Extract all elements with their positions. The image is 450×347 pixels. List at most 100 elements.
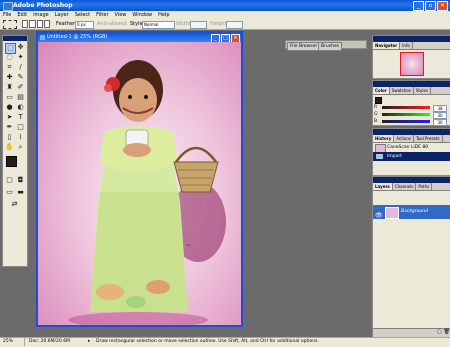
zoom-level[interactable]: 25% bbox=[3, 339, 13, 344]
path-selection-icon[interactable]: ➤ bbox=[5, 113, 14, 122]
layer-name-background: Background bbox=[401, 209, 428, 214]
delete-layer-icon[interactable]: 🗑 bbox=[444, 329, 450, 337]
close-button[interactable]: × bbox=[437, 1, 448, 11]
hand-tool-icon[interactable]: ✋ bbox=[5, 143, 14, 152]
healing-brush-icon[interactable]: ✚ bbox=[5, 73, 14, 82]
navigator-thumbnail[interactable] bbox=[400, 52, 424, 76]
menu-view[interactable]: View bbox=[112, 12, 130, 18]
menu-help[interactable]: Help bbox=[155, 12, 172, 18]
status-arrow-icon[interactable]: ▸ bbox=[88, 339, 90, 344]
new-layer-icon[interactable]: ▢ bbox=[437, 329, 442, 337]
channel-r-slider[interactable] bbox=[382, 106, 430, 109]
navigator-tabs: Navigator Info bbox=[373, 42, 450, 50]
marquee-tool-preset-icon[interactable] bbox=[3, 20, 17, 29]
new-selection-icon[interactable] bbox=[22, 20, 29, 28]
jump-to-imageready-icon[interactable]: ⇄ bbox=[10, 200, 19, 209]
tab-swatches[interactable]: Swatches bbox=[390, 87, 414, 94]
screen-mode-full-icon[interactable]: ▬ bbox=[16, 188, 25, 197]
standard-mode-icon[interactable]: ▢ bbox=[5, 176, 14, 185]
channel-g-slider[interactable] bbox=[382, 113, 430, 116]
photo-of-girl-with-basket: ~ bbox=[68, 60, 226, 325]
subtract-selection-icon[interactable] bbox=[36, 20, 43, 28]
eraser-tool-icon[interactable]: ▭ bbox=[5, 93, 14, 102]
navigator-preview-area bbox=[373, 50, 450, 78]
tab-navigator[interactable]: Navigator bbox=[373, 42, 401, 49]
layer-row-background[interactable]: 👁 Background bbox=[373, 205, 450, 219]
slice-tool-icon[interactable]: ∕ bbox=[16, 63, 25, 72]
feather-input[interactable]: 0 px bbox=[75, 21, 94, 29]
type-tool-icon[interactable]: T bbox=[16, 113, 25, 122]
tab-info[interactable]: Info bbox=[400, 42, 413, 49]
height-input[interactable] bbox=[226, 21, 243, 29]
channel-b-label: B bbox=[374, 119, 378, 124]
channel-b-value[interactable]: 30 bbox=[433, 119, 447, 126]
tab-brushes[interactable]: Brushes bbox=[318, 42, 343, 51]
color-foreground-swatch[interactable] bbox=[375, 97, 382, 104]
history-import-row[interactable]: Import bbox=[373, 152, 450, 161]
history-brush-icon[interactable]: ✐ bbox=[16, 83, 25, 92]
menu-layer[interactable]: Layer bbox=[52, 12, 72, 18]
minimize-button[interactable]: _ bbox=[413, 1, 424, 11]
tab-channels[interactable]: Channels bbox=[393, 183, 417, 190]
image-canvas[interactable]: ~ bbox=[38, 42, 241, 325]
app-title-bar: Adobe Photoshop _ ▫ × bbox=[0, 0, 450, 11]
clone-stamp-icon[interactable]: ♜ bbox=[5, 83, 14, 92]
layer-visibility-eye-icon[interactable]: 👁 bbox=[375, 209, 383, 223]
menu-filter[interactable]: Filter bbox=[93, 12, 111, 18]
add-selection-icon[interactable] bbox=[29, 20, 36, 28]
doc-size[interactable]: Doc: 20.6M/20.6M bbox=[29, 339, 70, 344]
channel-r-value[interactable]: 38 bbox=[433, 105, 447, 112]
menu-edit[interactable]: Edit bbox=[14, 12, 30, 18]
menu-select[interactable]: Select bbox=[72, 12, 93, 18]
menu-image[interactable]: Image bbox=[30, 12, 52, 18]
gradient-tool-icon[interactable]: ▤ bbox=[16, 93, 25, 102]
history-item-snapshot: CaneScan LiDE 80 bbox=[387, 145, 429, 150]
quick-mask-icon[interactable]: ◘ bbox=[16, 176, 25, 185]
magic-wand-icon[interactable]: ✦ bbox=[16, 53, 25, 62]
menu-file[interactable]: File bbox=[0, 12, 14, 18]
channel-g-value[interactable]: 30 bbox=[433, 112, 447, 119]
tab-layers[interactable]: Layers bbox=[373, 183, 393, 190]
tab-file-browser[interactable]: File Browser bbox=[287, 42, 321, 51]
style-select[interactable]: Normal bbox=[142, 21, 175, 29]
channel-r-label: R bbox=[374, 105, 378, 110]
screen-mode-standard-icon[interactable]: ▭ bbox=[5, 188, 14, 197]
width-input[interactable] bbox=[190, 21, 207, 29]
shape-tool-icon[interactable]: □ bbox=[16, 123, 25, 132]
brush-tool-icon[interactable]: ✎ bbox=[16, 73, 25, 82]
tab-actions[interactable]: Actions bbox=[394, 135, 414, 142]
antialiased-label[interactable]: Anti-aliased bbox=[97, 21, 127, 27]
channel-b-slider[interactable] bbox=[382, 120, 430, 123]
document-title: Untitled-1 @ 25% (RGB) bbox=[47, 34, 108, 40]
layers-palette: Layers Channels Paths 👁 Background ▢ 🗑 bbox=[372, 176, 450, 338]
tab-styles[interactable]: Styles bbox=[414, 87, 432, 94]
menu-window[interactable]: Window bbox=[129, 12, 155, 18]
foreground-color-swatch[interactable] bbox=[6, 156, 17, 167]
navigator-palette: Navigator Info bbox=[372, 35, 450, 79]
import-step-icon bbox=[376, 154, 383, 159]
tab-paths[interactable]: Paths bbox=[416, 183, 433, 190]
intersect-selection-icon[interactable] bbox=[43, 20, 50, 28]
tab-tool-presets[interactable]: Tool Presets bbox=[414, 135, 443, 142]
notes-tool-icon[interactable]: ▯ bbox=[5, 133, 14, 142]
photographer-signature: ~ bbox=[186, 242, 191, 249]
history-snapshot-row[interactable]: CaneScan LiDE 80 bbox=[373, 143, 450, 153]
restore-button[interactable]: ▫ bbox=[425, 1, 436, 11]
color-palette: Color Swatches Styles R 38 G 30 B 30 bbox=[372, 80, 450, 126]
eyedropper-icon[interactable]: ⌇ bbox=[16, 133, 25, 142]
palette-well: File Browser Brushes bbox=[285, 40, 367, 51]
color-sliders: R 38 G 30 B 30 bbox=[373, 95, 450, 126]
status-hint: Draw rectangular selection or move selec… bbox=[96, 339, 319, 344]
move-tool-icon[interactable]: ✥ bbox=[16, 43, 25, 52]
toolbox-header bbox=[3, 36, 27, 41]
lasso-tool-icon[interactable]: ◌ bbox=[5, 53, 14, 62]
dodge-tool-icon[interactable]: ◐ bbox=[16, 103, 25, 112]
blur-tool-icon[interactable]: ● bbox=[5, 103, 14, 112]
crop-tool-icon[interactable]: ⌗ bbox=[5, 63, 14, 72]
tab-history[interactable]: History bbox=[373, 135, 395, 142]
document-window: Untitled-1 @ 25% (RGB) _ □ × ~ bbox=[36, 31, 243, 327]
zoom-tool-icon[interactable]: ⌕ bbox=[16, 143, 25, 152]
document-title-bar: Untitled-1 @ 25% (RGB) _ □ × bbox=[38, 33, 241, 43]
pen-tool-icon[interactable]: ✒ bbox=[5, 123, 14, 132]
tab-color[interactable]: Color bbox=[373, 87, 390, 94]
